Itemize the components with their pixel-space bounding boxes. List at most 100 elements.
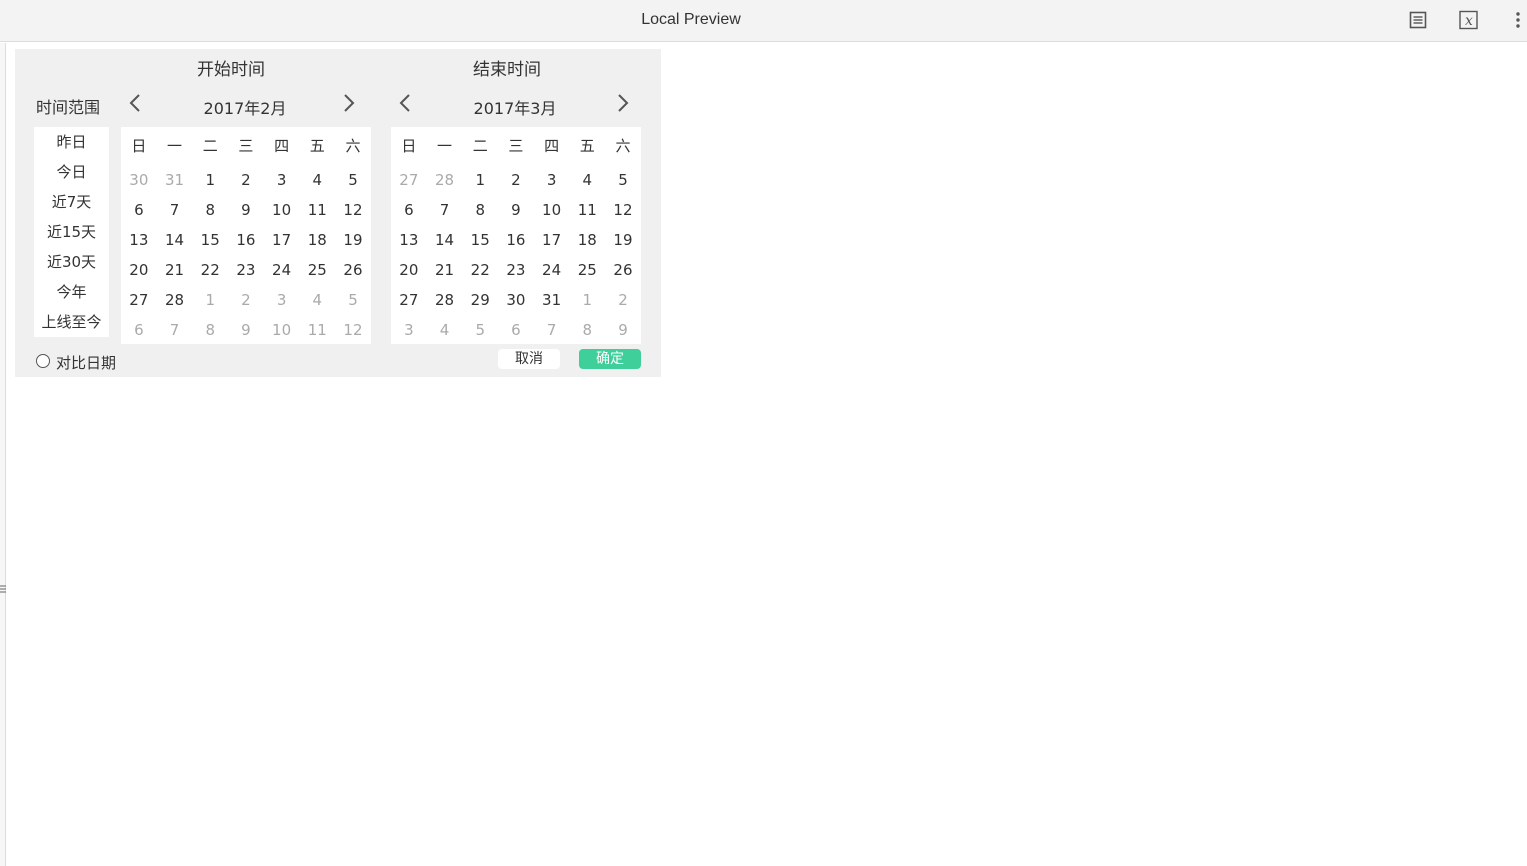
calendar-day[interactable]: 5 [605,165,641,195]
calendar-day-adjacent-month[interactable]: 6 [498,315,534,345]
calendar-day-adjacent-month[interactable]: 30 [121,165,157,195]
document-icon[interactable] [1408,10,1428,30]
calendar-day[interactable]: 14 [157,225,193,255]
calendar-day[interactable]: 10 [534,195,570,225]
calendar-day-adjacent-month[interactable]: 3 [264,285,300,315]
calendar-day[interactable]: 18 [299,225,335,255]
compare-date-option[interactable]: 对比日期 [36,352,116,373]
calendar-day[interactable]: 27 [121,285,157,315]
calendar-day[interactable]: 9 [228,195,264,225]
calendar-day[interactable]: 4 [569,165,605,195]
calendar-day[interactable]: 1 [192,165,228,195]
calendar-day-adjacent-month[interactable]: 4 [427,315,463,345]
calendar-day-adjacent-month[interactable]: 2 [605,285,641,315]
calendar-day[interactable]: 22 [462,255,498,285]
calendar-day[interactable]: 5 [335,165,371,195]
calendar-day[interactable]: 27 [391,285,427,315]
calendar-day[interactable]: 20 [391,255,427,285]
calendar-day-adjacent-month[interactable]: 31 [157,165,193,195]
start-next-month-chevron-right-icon[interactable] [340,92,358,114]
calendar-day[interactable]: 21 [157,255,193,285]
calendar-day-adjacent-month[interactable]: 9 [605,315,641,345]
calendar-day-adjacent-month[interactable]: 2 [228,285,264,315]
calendar-day[interactable]: 10 [264,195,300,225]
calendar-day-adjacent-month[interactable]: 12 [335,315,371,345]
calendar-day[interactable]: 15 [462,225,498,255]
calendar-day[interactable]: 13 [391,225,427,255]
calendar-day[interactable]: 2 [498,165,534,195]
calendar-day[interactable]: 18 [569,225,605,255]
calendar-day[interactable]: 12 [335,195,371,225]
quick-range-yesterday[interactable]: 昨日 [34,127,109,157]
quick-range-last-7-days[interactable]: 近7天 [34,187,109,217]
quick-range-this-year[interactable]: 今年 [34,277,109,307]
calendar-day-adjacent-month[interactable]: 28 [427,165,463,195]
formula-icon[interactable]: x [1459,10,1479,30]
calendar-day-adjacent-month[interactable]: 11 [299,315,335,345]
calendar-day[interactable]: 15 [192,225,228,255]
calendar-day[interactable]: 12 [605,195,641,225]
calendar-day[interactable]: 19 [335,225,371,255]
compare-radio[interactable] [36,353,50,368]
calendar-day[interactable]: 7 [427,195,463,225]
calendar-day[interactable]: 28 [427,285,463,315]
calendar-day[interactable]: 3 [264,165,300,195]
calendar-day-adjacent-month[interactable]: 1 [569,285,605,315]
calendar-day[interactable]: 17 [264,225,300,255]
calendar-day-adjacent-month[interactable]: 5 [335,285,371,315]
quick-range-since-launch[interactable]: 上线至今 [34,307,109,337]
calendar-day-adjacent-month[interactable]: 8 [569,315,605,345]
calendar-day[interactable]: 8 [462,195,498,225]
end-prev-month-chevron-left-icon[interactable] [396,92,414,114]
calendar-day[interactable]: 23 [228,255,264,285]
calendar-day[interactable]: 25 [569,255,605,285]
calendar-day-adjacent-month[interactable]: 3 [391,315,427,345]
calendar-day-adjacent-month[interactable]: 9 [228,315,264,345]
calendar-day[interactable]: 29 [462,285,498,315]
calendar-day[interactable]: 26 [335,255,371,285]
calendar-day[interactable]: 28 [157,285,193,315]
calendar-day[interactable]: 7 [157,195,193,225]
calendar-day[interactable]: 26 [605,255,641,285]
calendar-day-adjacent-month[interactable]: 8 [192,315,228,345]
calendar-day[interactable]: 21 [427,255,463,285]
calendar-day[interactable]: 22 [192,255,228,285]
calendar-day-adjacent-month[interactable]: 5 [462,315,498,345]
calendar-day[interactable]: 16 [498,225,534,255]
start-prev-month-chevron-left-icon[interactable] [126,92,144,114]
cancel-button[interactable]: 取消 [498,349,560,369]
calendar-day[interactable]: 4 [299,165,335,195]
calendar-day[interactable]: 13 [121,225,157,255]
calendar-day[interactable]: 14 [427,225,463,255]
calendar-day-adjacent-month[interactable]: 10 [264,315,300,345]
calendar-day[interactable]: 2 [228,165,264,195]
calendar-day[interactable]: 6 [391,195,427,225]
end-next-month-chevron-right-icon[interactable] [614,92,632,114]
calendar-day[interactable]: 25 [299,255,335,285]
calendar-day[interactable]: 24 [534,255,570,285]
calendar-day[interactable]: 11 [299,195,335,225]
calendar-day[interactable]: 20 [121,255,157,285]
calendar-day[interactable]: 24 [264,255,300,285]
calendar-day[interactable]: 8 [192,195,228,225]
calendar-day[interactable]: 17 [534,225,570,255]
quick-range-last-15-days[interactable]: 近15天 [34,217,109,247]
calendar-day-adjacent-month[interactable]: 27 [391,165,427,195]
calendar-day[interactable]: 1 [462,165,498,195]
calendar-day[interactable]: 6 [121,195,157,225]
quick-range-today[interactable]: 今日 [34,157,109,187]
calendar-day-adjacent-month[interactable]: 1 [192,285,228,315]
calendar-day[interactable]: 9 [498,195,534,225]
calendar-day[interactable]: 11 [569,195,605,225]
calendar-day[interactable]: 3 [534,165,570,195]
calendar-day[interactable]: 16 [228,225,264,255]
confirm-button[interactable]: 确定 [579,349,641,369]
more-vertical-icon[interactable] [1512,10,1524,30]
calendar-day-adjacent-month[interactable]: 6 [121,315,157,345]
calendar-day[interactable]: 31 [534,285,570,315]
calendar-day-adjacent-month[interactable]: 7 [157,315,193,345]
calendar-day[interactable]: 19 [605,225,641,255]
calendar-day-adjacent-month[interactable]: 7 [534,315,570,345]
left-panel-handle[interactable] [0,43,6,866]
quick-range-last-30-days[interactable]: 近30天 [34,247,109,277]
